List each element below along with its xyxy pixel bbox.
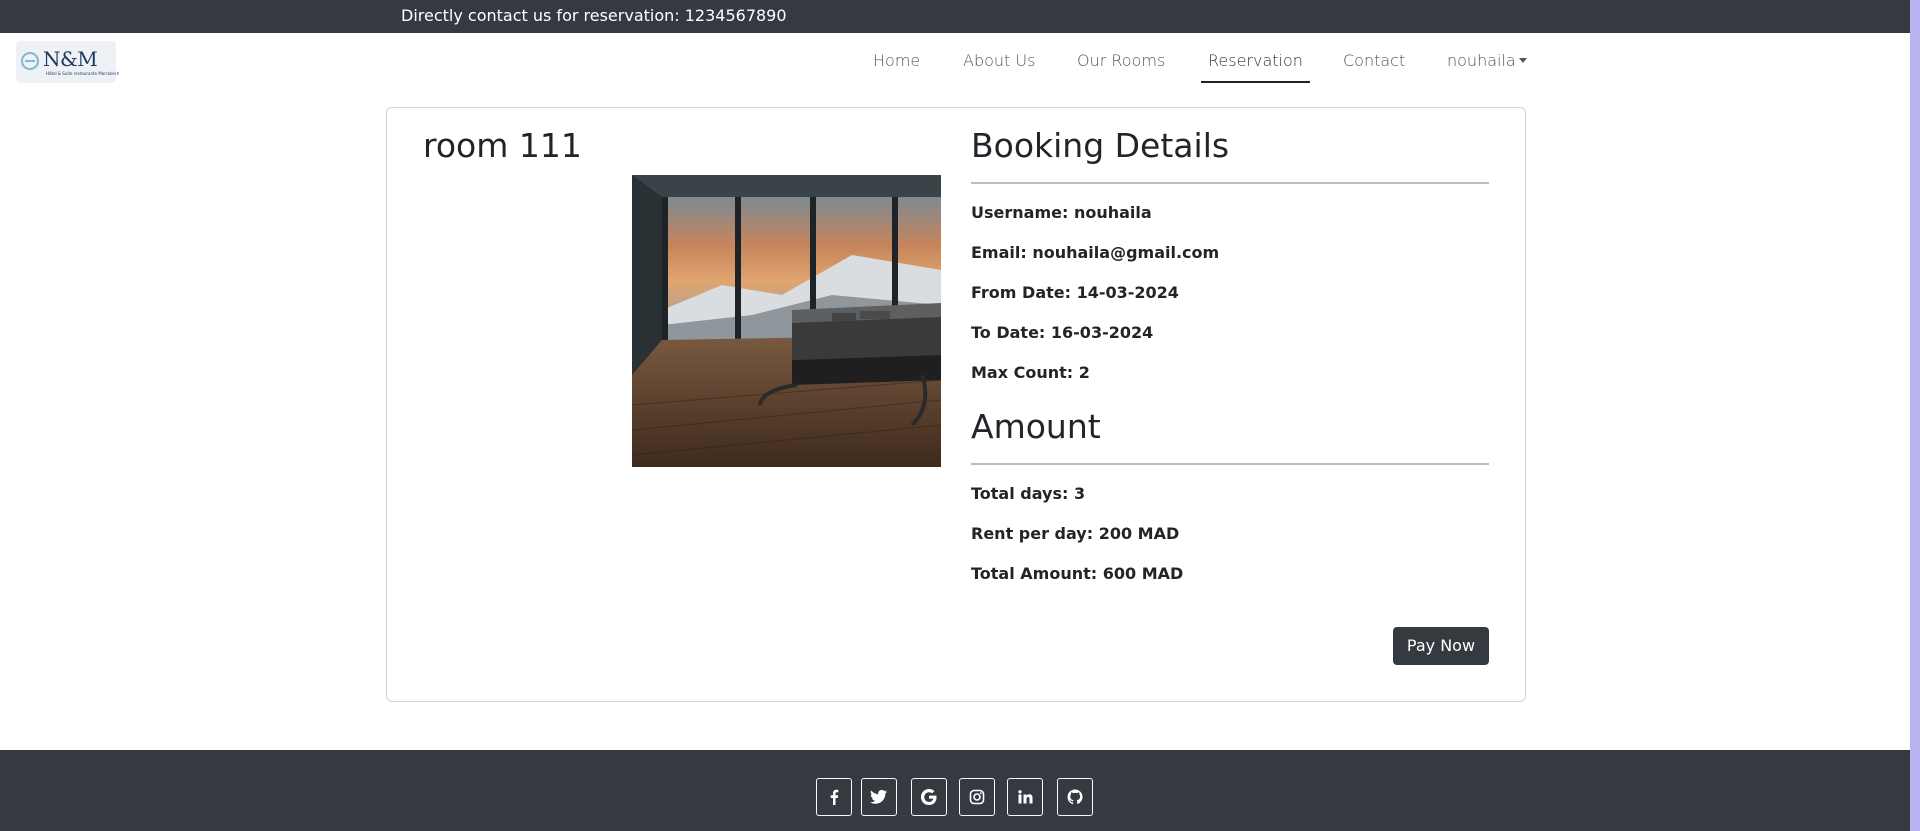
booking-to-date: To Date: 16-03-2024: [971, 323, 1154, 342]
github-icon: [1067, 789, 1083, 805]
logo-emblem-icon: [21, 52, 39, 70]
amount-divider: [971, 463, 1489, 465]
booking-email: Email: nouhaila@gmail.com: [971, 243, 1220, 262]
booking-card: [386, 107, 1526, 702]
main-navbar: N&M Hôtel & Suite restaurante Marrakech …: [0, 33, 1910, 97]
amount-total-days: Total days: 3: [971, 484, 1086, 503]
linkedin-link[interactable]: [1007, 778, 1043, 816]
google-link[interactable]: [911, 778, 947, 816]
instagram-link[interactable]: [959, 778, 995, 816]
brand-logo[interactable]: N&M Hôtel & Suite restaurante Marrakech: [16, 41, 120, 83]
booking-divider: [971, 182, 1489, 184]
top-contact-bar: Directly contact us for reservation: 123…: [0, 0, 1910, 33]
github-link[interactable]: [1057, 778, 1093, 816]
page-scrollbar[interactable]: [1910, 0, 1920, 831]
twitter-icon: [870, 789, 887, 804]
nav-home[interactable]: Home: [873, 51, 920, 70]
linkedin-icon: [1018, 790, 1033, 804]
amount-heading: Amount: [971, 407, 1101, 446]
room-photo: [632, 175, 941, 467]
booking-username: Username: nouhaila: [971, 203, 1152, 222]
amount-total: Total Amount: 600 MAD: [971, 564, 1184, 583]
instagram-icon: [969, 789, 985, 805]
user-menu-label: nouhaila: [1447, 51, 1516, 70]
pay-now-button[interactable]: Pay Now: [1393, 627, 1489, 665]
reservation-contact-text: Directly contact us for reservation: 123…: [401, 6, 787, 25]
room-image-carousel[interactable]: [632, 175, 941, 467]
user-menu-dropdown[interactable]: nouhaila: [1447, 51, 1527, 70]
google-icon: [921, 789, 937, 805]
nav-about-us[interactable]: About Us: [963, 51, 1035, 70]
nav-reservation[interactable]: Reservation: [1208, 51, 1303, 70]
booking-max-count: Max Count: 2: [971, 363, 1090, 382]
logo-subtitle: Hôtel & Suite restaurante Marrakech: [46, 71, 120, 76]
facebook-link[interactable]: [816, 778, 852, 816]
facebook-icon: [830, 789, 839, 805]
nav-active-underline: [1201, 81, 1310, 83]
booking-details-heading: Booking Details: [971, 126, 1230, 165]
booking-from-date: From Date: 14-03-2024: [971, 283, 1179, 302]
nav-contact[interactable]: Contact: [1343, 51, 1405, 70]
room-title: room 111: [423, 126, 582, 165]
amount-rent-per-day: Rent per day: 200 MAD: [971, 524, 1180, 543]
caret-down-icon: [1518, 58, 1527, 63]
logo-text: N&M: [43, 47, 98, 71]
twitter-link[interactable]: [861, 778, 897, 816]
site-footer: [0, 750, 1910, 831]
nav-our-rooms[interactable]: Our Rooms: [1077, 51, 1165, 70]
